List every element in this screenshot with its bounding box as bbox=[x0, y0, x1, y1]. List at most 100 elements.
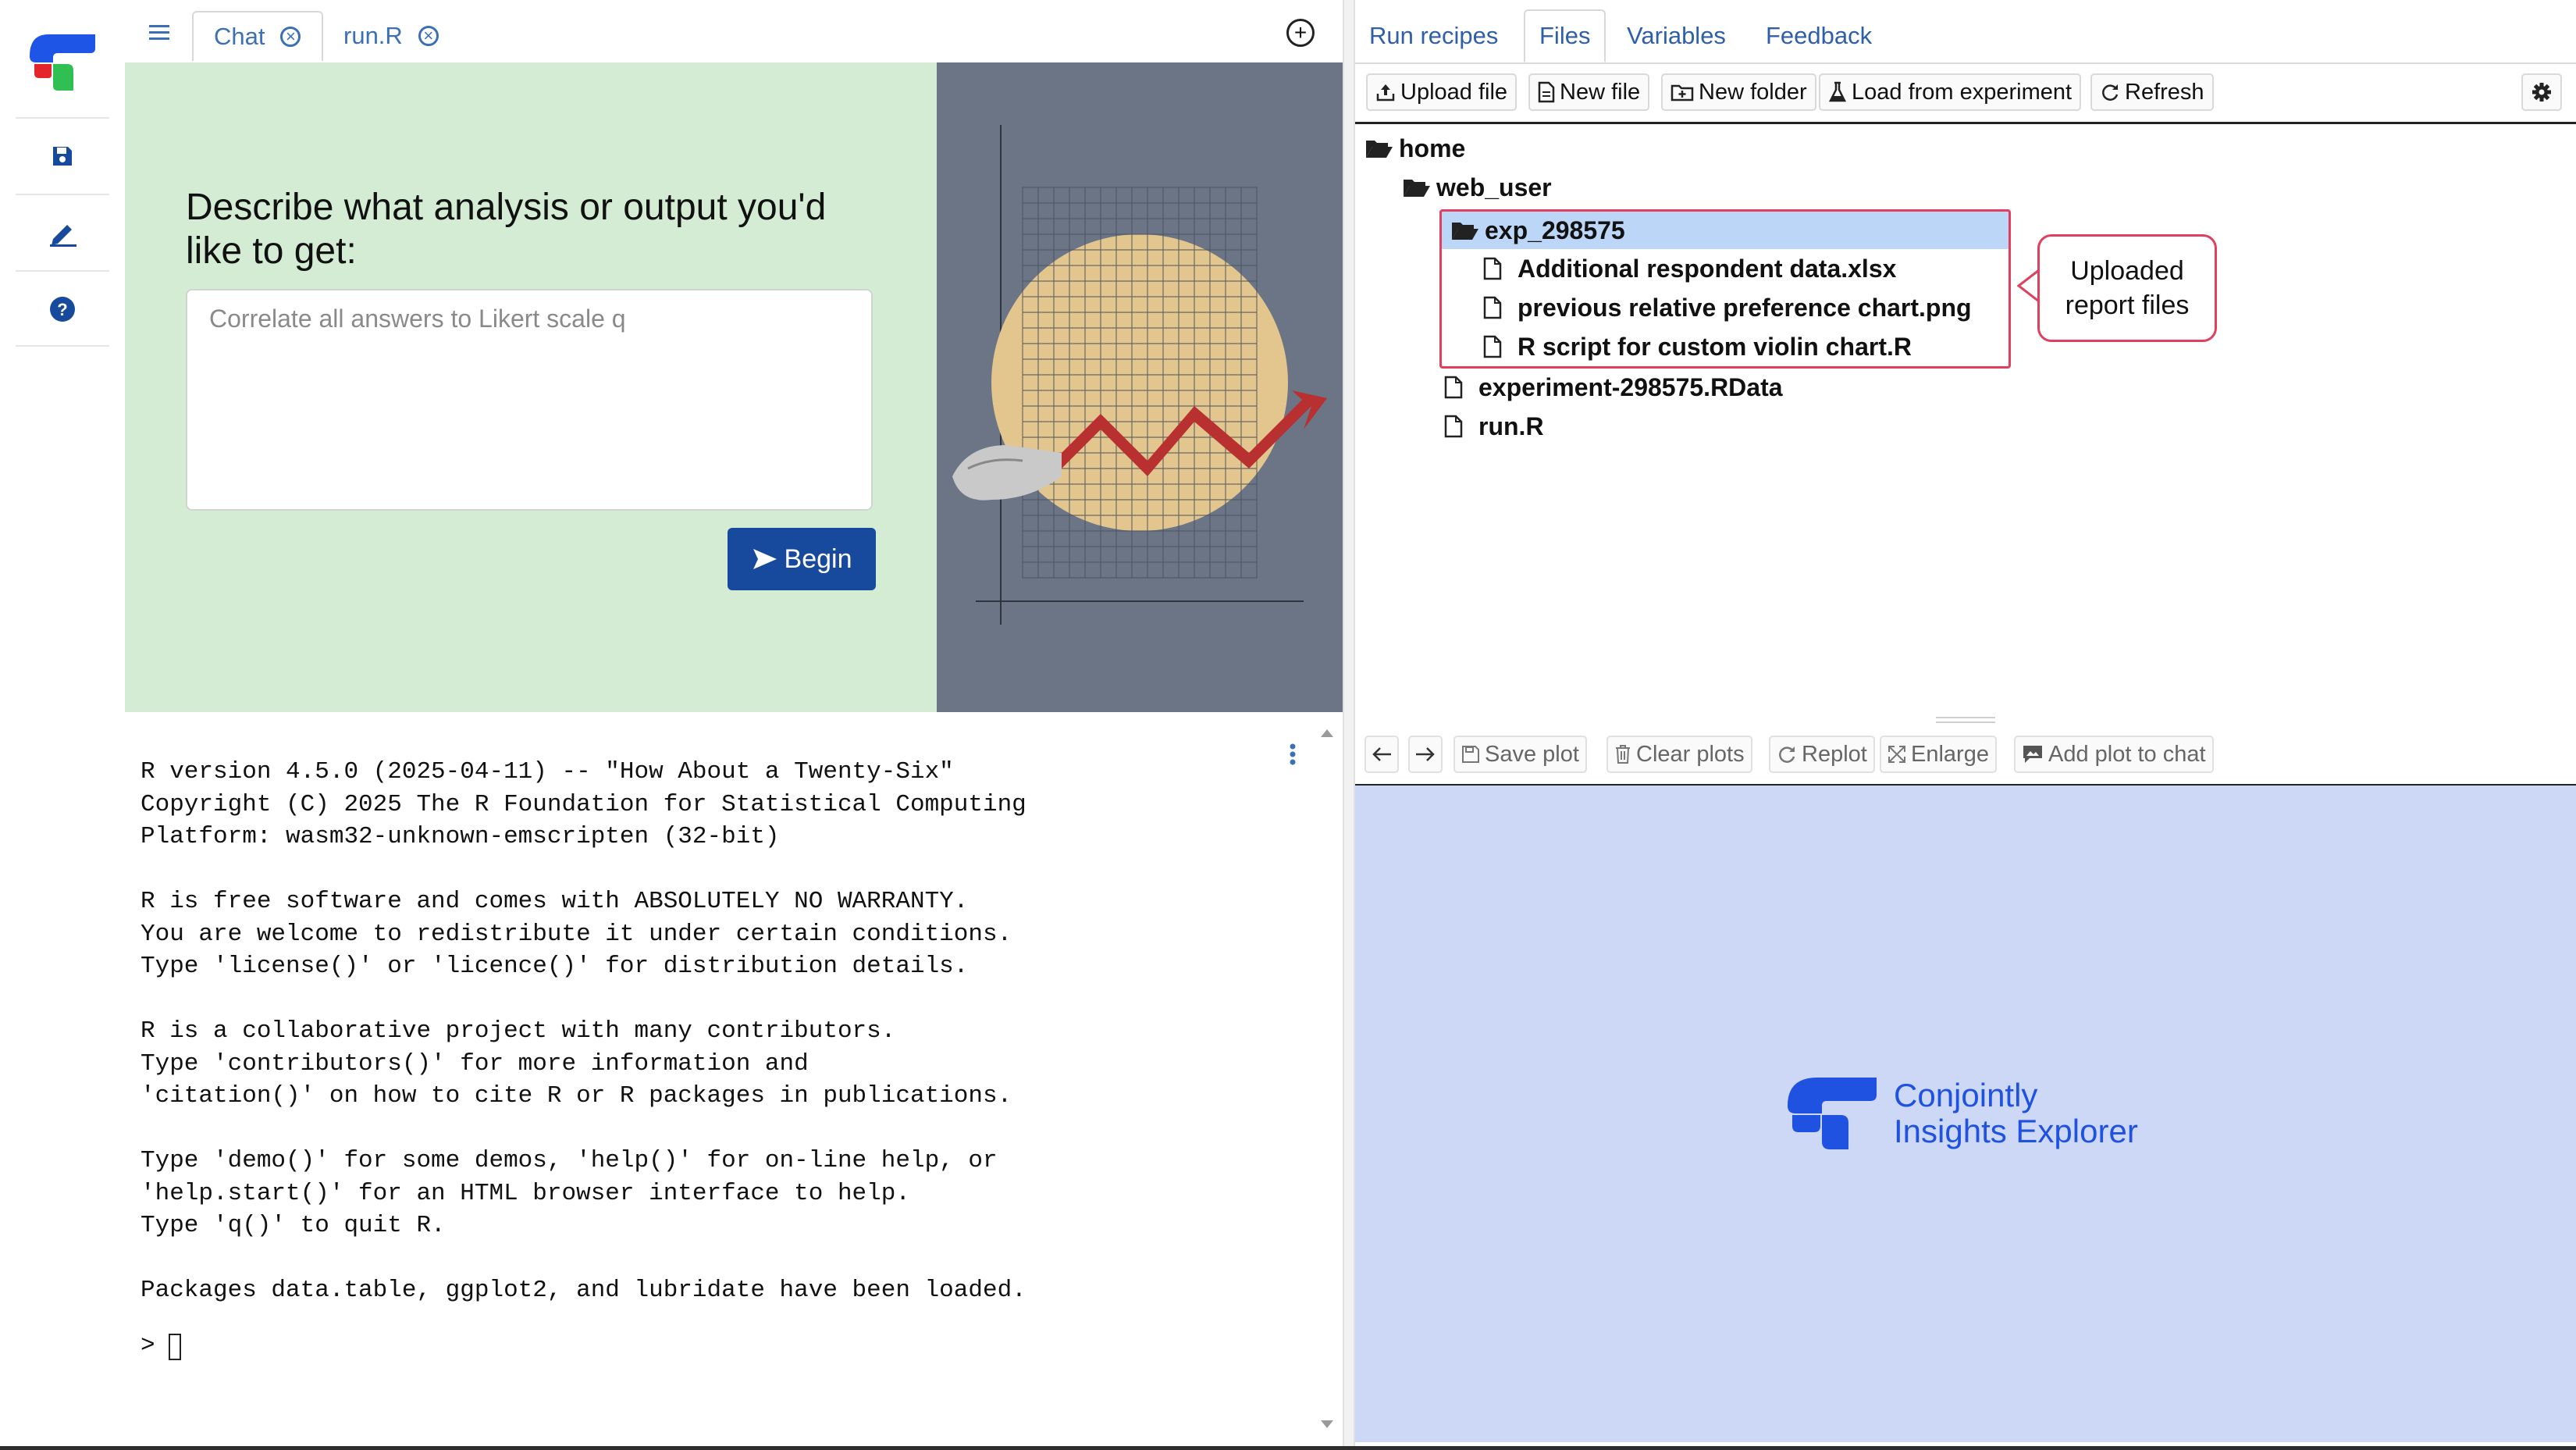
upload-file-button[interactable]: Upload file bbox=[1366, 73, 1517, 111]
more-vertical-icon bbox=[1290, 743, 1296, 765]
app-logo[interactable] bbox=[16, 22, 109, 103]
tree-label: web_user bbox=[1436, 173, 1552, 201]
upload-icon bbox=[1375, 82, 1396, 102]
clear-plots-label: Clear plots bbox=[1636, 741, 1745, 767]
tab-label: Chat bbox=[214, 23, 265, 50]
uploaded-files-callout: Uploaded report files bbox=[2037, 234, 2217, 342]
tree-folder-exp[interactable]: exp_298575 bbox=[1450, 212, 1625, 249]
triangle-down-icon bbox=[1321, 1420, 1333, 1428]
tab-label: Run recipes bbox=[1369, 22, 1499, 49]
tab-run-recipes[interactable]: Run recipes bbox=[1355, 9, 1512, 62]
tree-file-png[interactable]: previous relative preference chart.png bbox=[1483, 289, 1972, 326]
tab-label: Variables bbox=[1627, 22, 1726, 49]
refresh-button[interactable]: Refresh bbox=[2090, 73, 2214, 111]
help-button[interactable]: ? bbox=[16, 272, 109, 347]
svg-text:?: ? bbox=[57, 300, 67, 319]
tree-label: run.R bbox=[1478, 411, 1544, 440]
file-icon bbox=[1483, 257, 1517, 280]
brand-lockup: Conjointly Insights Explorer bbox=[1786, 1076, 2138, 1151]
save-plot-button[interactable]: Save plot bbox=[1453, 736, 1587, 773]
tree-file-run-r[interactable]: run.R bbox=[1444, 408, 1544, 445]
tree-label: exp_298575 bbox=[1485, 216, 1625, 244]
refresh-icon bbox=[1777, 744, 1797, 764]
new-file-button[interactable]: New file bbox=[1528, 73, 1650, 111]
tree-file-r-script[interactable]: R script for custom violin chart.R bbox=[1483, 328, 1912, 365]
tree-file-xlsx[interactable]: Additional respondent data.xlsx bbox=[1483, 250, 1896, 287]
arrow-right-icon bbox=[1416, 747, 1435, 761]
settings-button[interactable] bbox=[2521, 73, 2562, 111]
arrow-left-icon bbox=[1372, 747, 1391, 761]
refresh-icon bbox=[2100, 82, 2120, 102]
tab-feedback[interactable]: Feedback bbox=[1752, 9, 1886, 62]
right-tab-bar: Run recipes Files Variables Feedback bbox=[1355, 0, 2576, 64]
plot-toolbar: Save plot Clear plots Replot Enlarge Add… bbox=[1355, 726, 2576, 786]
tab-chat[interactable]: Chat × bbox=[192, 11, 323, 61]
bottom-border bbox=[0, 1446, 2576, 1450]
tree-file-rdata[interactable]: experiment-298575.RData bbox=[1444, 369, 1783, 406]
tree-folder-web-user[interactable]: web_user bbox=[1402, 169, 1552, 206]
refresh-label: Refresh bbox=[2125, 79, 2204, 105]
prompt-heading: Describe what analysis or output you'd l… bbox=[186, 187, 827, 272]
new-folder-label: New folder bbox=[1699, 79, 1807, 105]
add-plot-to-chat-button[interactable]: Add plot to chat bbox=[2014, 736, 2214, 773]
tree-folder-home[interactable]: home bbox=[1364, 130, 1465, 167]
clear-plots-button[interactable]: Clear plots bbox=[1606, 736, 1752, 773]
tab-files[interactable]: Files bbox=[1524, 9, 1606, 62]
begin-label: Begin bbox=[784, 543, 852, 574]
folder-open-icon bbox=[1450, 219, 1485, 241]
brand-line-2: Insights Explorer bbox=[1894, 1113, 2138, 1149]
rail-separator bbox=[16, 345, 109, 347]
enlarge-label: Enlarge bbox=[1911, 741, 1989, 767]
trash-icon bbox=[1614, 744, 1631, 764]
save-icon bbox=[53, 147, 72, 166]
left-icon-rail: ? bbox=[0, 0, 126, 1450]
tab-run-r[interactable]: run.R × bbox=[343, 11, 468, 61]
new-file-label: New file bbox=[1560, 79, 1641, 105]
brand-line-1: Conjointly bbox=[1894, 1077, 2038, 1113]
file-icon bbox=[1444, 415, 1478, 438]
hero-illustration bbox=[937, 62, 1343, 712]
next-plot-button[interactable] bbox=[1408, 736, 1443, 773]
load-from-experiment-button[interactable]: Load from experiment bbox=[1819, 73, 2082, 111]
tree-label: R script for custom violin chart.R bbox=[1517, 332, 1912, 361]
hamburger-icon bbox=[149, 25, 169, 40]
previous-plot-button[interactable] bbox=[1364, 736, 1399, 773]
tab-variables[interactable]: Variables bbox=[1613, 9, 1740, 62]
tree-label: previous relative preference chart.png bbox=[1517, 293, 1972, 322]
tree-label: Additional respondent data.xlsx bbox=[1517, 254, 1897, 283]
pencil-icon bbox=[50, 225, 76, 247]
console-prompt: > bbox=[141, 1332, 155, 1359]
triangle-up-icon bbox=[1321, 729, 1333, 737]
send-icon bbox=[753, 549, 777, 569]
expand-icon bbox=[1888, 745, 1906, 764]
replot-button[interactable]: Replot bbox=[1769, 736, 1875, 773]
replot-label: Replot bbox=[1802, 741, 1867, 767]
pane-divider[interactable] bbox=[1343, 0, 1355, 1450]
tree-label: home bbox=[1399, 134, 1466, 162]
begin-button[interactable]: Begin bbox=[728, 528, 876, 590]
new-folder-button[interactable]: New folder bbox=[1661, 73, 1816, 111]
close-tab-icon[interactable]: × bbox=[418, 26, 439, 46]
file-icon bbox=[1444, 376, 1478, 399]
menu-button[interactable] bbox=[144, 17, 175, 48]
tab-label: Files bbox=[1539, 22, 1591, 49]
right-split-handle[interactable] bbox=[1936, 717, 1995, 723]
scroll-up-button[interactable] bbox=[1319, 728, 1335, 739]
scroll-down-button[interactable] bbox=[1319, 1419, 1335, 1430]
analysis-request-input[interactable]: Correlate all answers to Likert scale q bbox=[186, 289, 873, 511]
console-output: R version 4.5.0 (2025-04-11) -- "How Abo… bbox=[141, 758, 1026, 1304]
file-icon bbox=[1483, 335, 1517, 358]
flask-icon bbox=[1828, 81, 1847, 103]
save-button[interactable] bbox=[16, 119, 109, 194]
console-cursor[interactable] bbox=[169, 1334, 181, 1360]
file-icon bbox=[1483, 296, 1517, 319]
conjointly-logo-icon bbox=[1788, 1078, 1877, 1149]
console-menu-button[interactable] bbox=[1285, 739, 1300, 770]
close-tab-icon[interactable]: × bbox=[280, 27, 301, 47]
edit-button[interactable] bbox=[16, 195, 109, 270]
add-tab-button[interactable]: + bbox=[1286, 19, 1315, 47]
tree-label: experiment-298575.RData bbox=[1478, 372, 1783, 401]
r-console[interactable]: R version 4.5.0 (2025-04-11) -- "How Abo… bbox=[125, 712, 1343, 1450]
plus-icon: + bbox=[1293, 20, 1308, 45]
enlarge-button[interactable]: Enlarge bbox=[1880, 736, 1997, 773]
